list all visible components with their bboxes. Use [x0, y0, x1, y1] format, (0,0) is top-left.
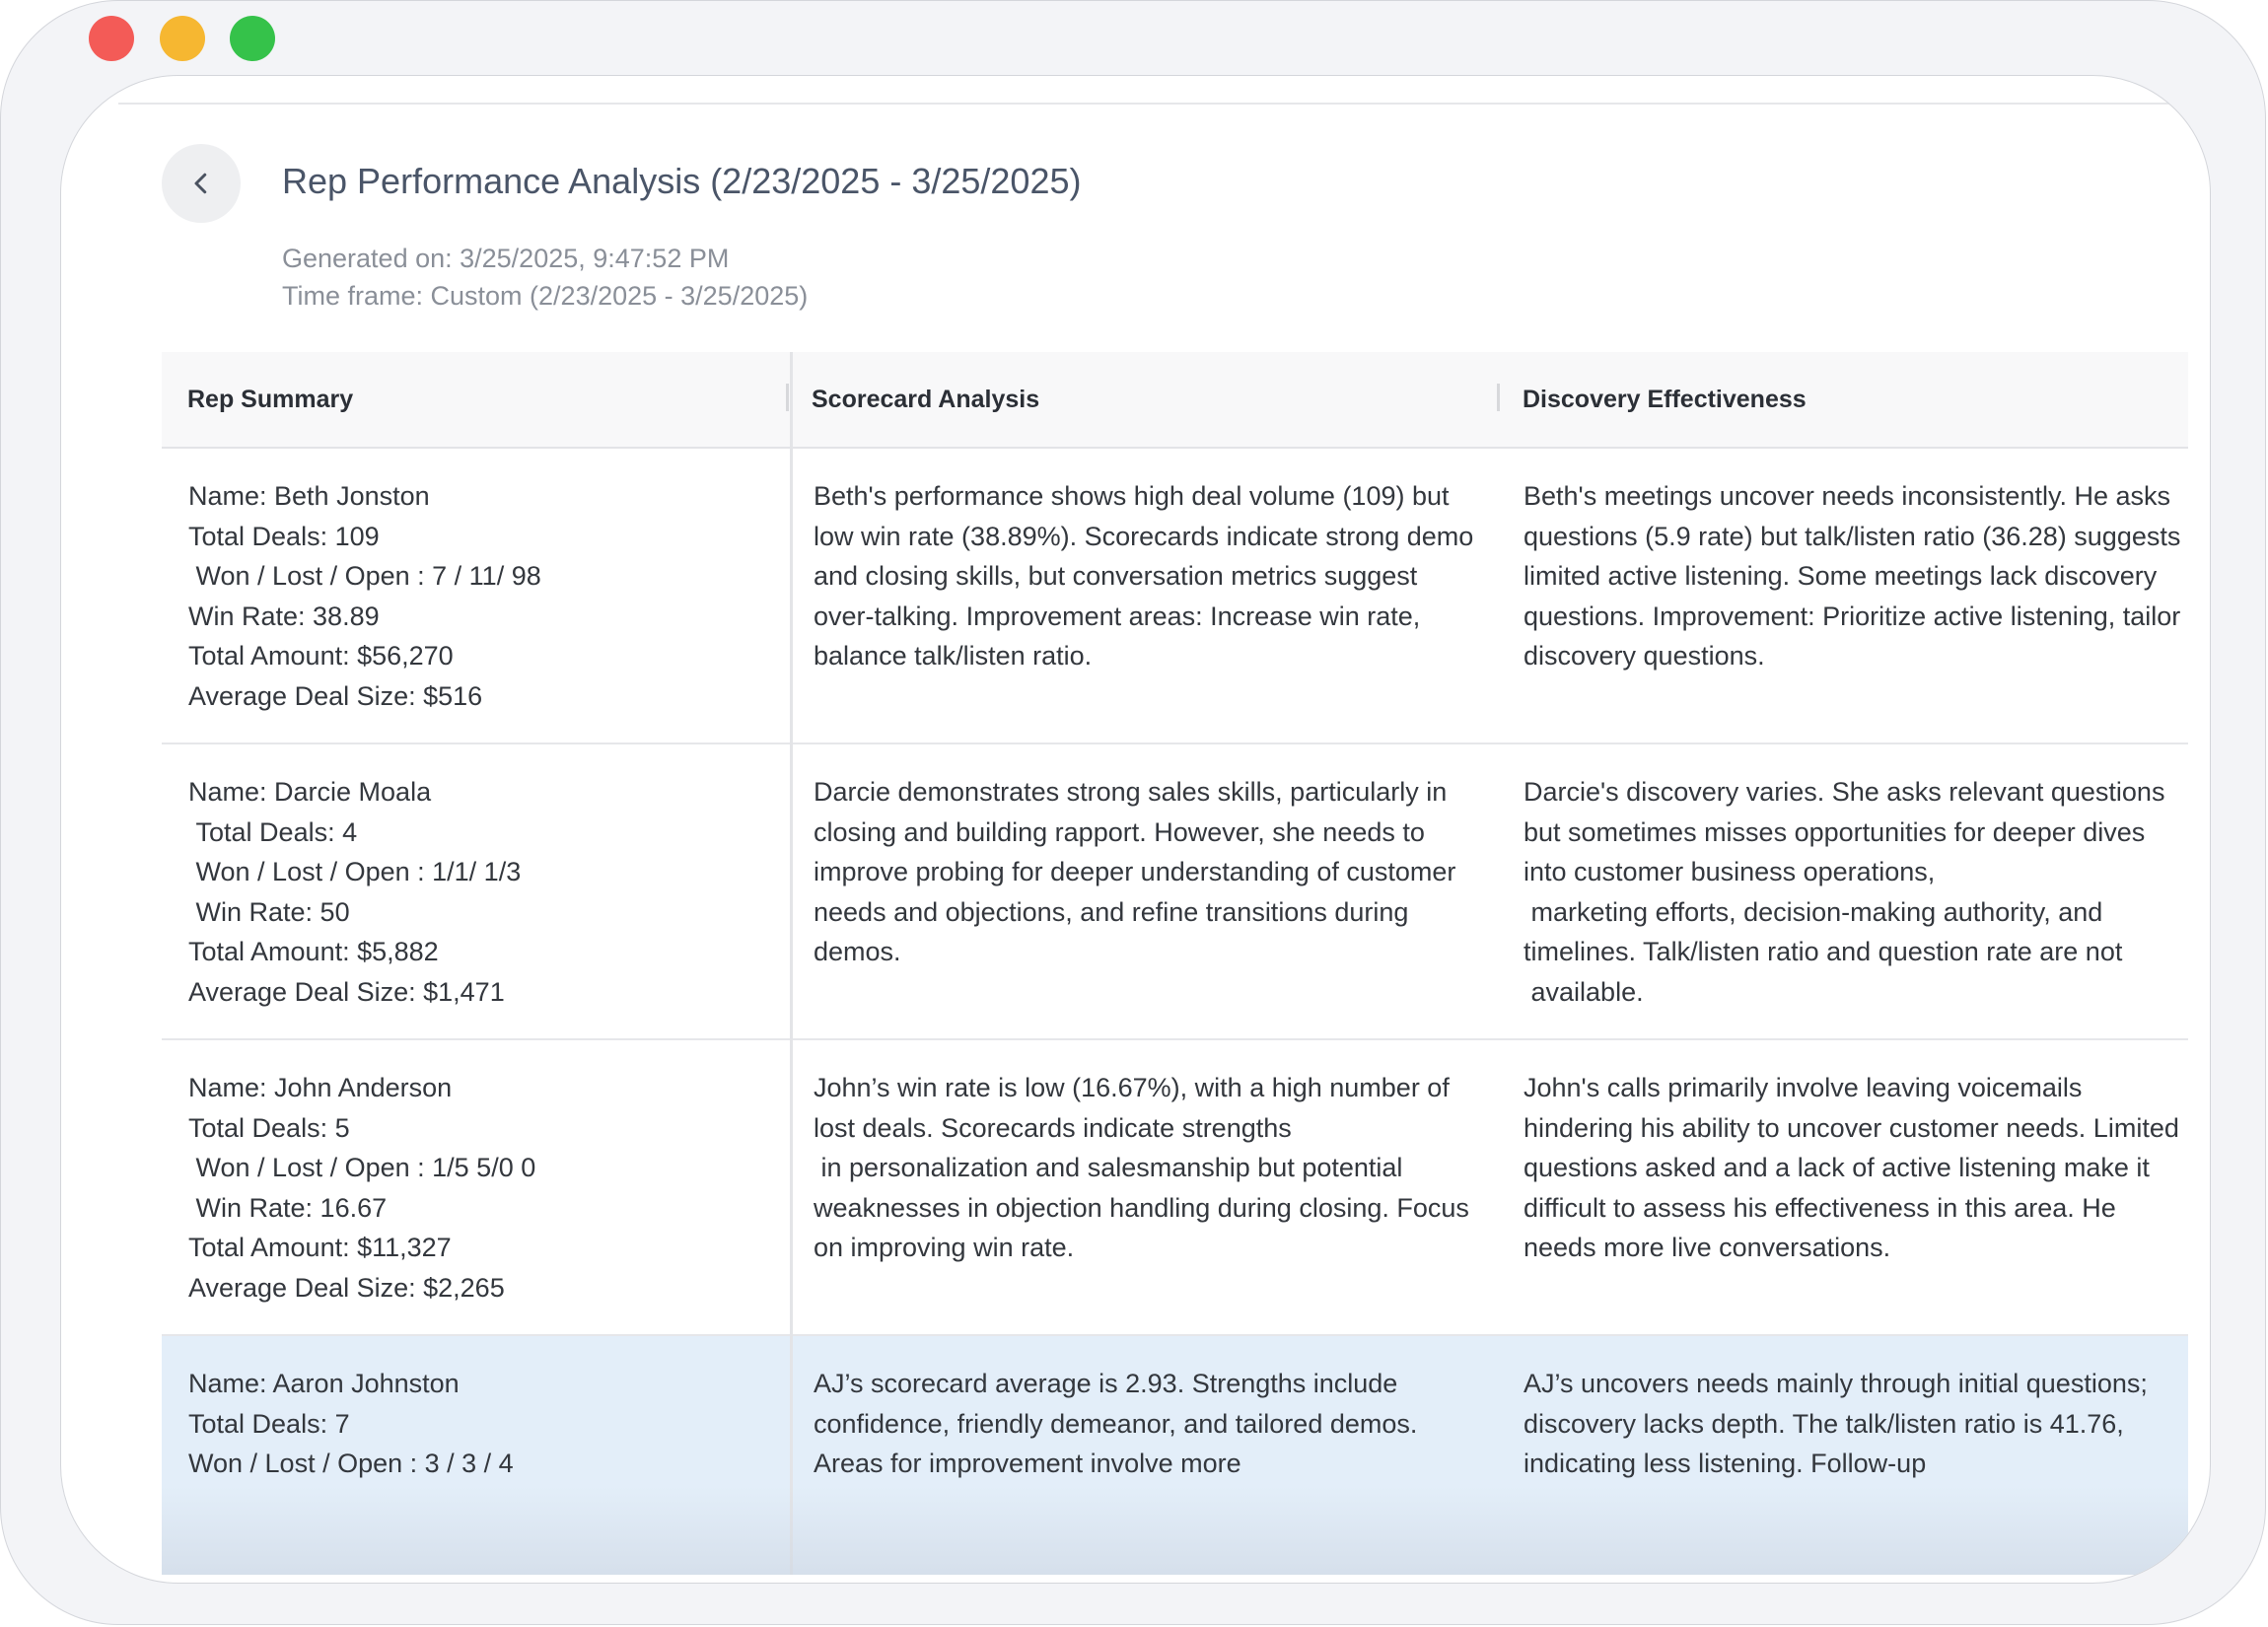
discovery-effectiveness-cell: Beth's meetings uncover needs inconsiste… [1524, 481, 2188, 671]
app-screen: Rep Performance Analysis (2/23/2025 - 3/… [60, 75, 2211, 1584]
rep-summary-cell: Name: Beth Jonston Total Deals: 109 Won … [188, 481, 541, 711]
scorecard-analysis-cell: John’s win rate is low (16.67%), with a … [814, 1073, 1469, 1262]
rep-summary-cell: Name: Darcie Moala Total Deals: 4 Won / … [188, 777, 522, 1007]
discovery-effectiveness-cell: AJ’s uncovers needs mainly through initi… [1524, 1369, 2156, 1478]
discovery-effectiveness-cell: John's calls primarily involve leaving v… [1524, 1073, 2187, 1262]
scorecard-analysis-cell: AJ’s scorecard average is 2.93. Strength… [814, 1369, 1424, 1478]
table-header: Rep Summary Scorecard Analysis Discovery… [162, 352, 2188, 449]
rep-summary-cell: Name: Aaron Johnston Total Deals: 7 Won … [188, 1369, 514, 1478]
analysis-table: Rep Summary Scorecard Analysis Discovery… [162, 352, 2188, 1575]
column-resize-handle[interactable] [786, 384, 789, 411]
discovery-effectiveness-cell: Darcie's discovery varies. She asks rele… [1524, 777, 2165, 1007]
column-header-discovery-effectiveness[interactable]: Discovery Effectiveness [1523, 352, 1807, 447]
table-row-highlighted[interactable]: Name: Aaron Johnston Total Deals: 7 Won … [162, 1336, 2188, 1575]
chevron-left-icon [194, 173, 207, 194]
time-frame: Time frame: Custom (2/23/2025 - 3/25/202… [282, 281, 809, 311]
column-resize-handle[interactable] [1497, 384, 1500, 411]
rep-summary-cell: Name: John Anderson Total Deals: 5 Won /… [188, 1073, 536, 1303]
column-divider [790, 352, 793, 1575]
page-title: Rep Performance Analysis (2/23/2025 - 3/… [282, 161, 1082, 201]
generated-timestamp: Generated on: 3/25/2025, 9:47:52 PM [282, 244, 730, 273]
minimize-window-button[interactable] [160, 16, 205, 61]
maximize-window-button[interactable] [230, 16, 275, 61]
table-row[interactable]: Name: Darcie Moala Total Deals: 4 Won / … [162, 744, 2188, 1040]
divider [118, 103, 2189, 105]
device-frame: Rep Performance Analysis (2/23/2025 - 3/… [0, 0, 2266, 1625]
scorecard-analysis-cell: Darcie demonstrates strong sales skills,… [814, 777, 1463, 966]
close-window-button[interactable] [89, 16, 134, 61]
scorecard-analysis-cell: Beth's performance shows high deal volum… [814, 481, 1481, 671]
column-header-rep-summary[interactable]: Rep Summary [187, 352, 353, 447]
table-row[interactable]: Name: John Anderson Total Deals: 5 Won /… [162, 1040, 2188, 1336]
table-row[interactable]: Name: Beth Jonston Total Deals: 109 Won … [162, 449, 2188, 744]
back-button[interactable] [162, 144, 241, 223]
column-header-scorecard-analysis[interactable]: Scorecard Analysis [812, 352, 1039, 447]
